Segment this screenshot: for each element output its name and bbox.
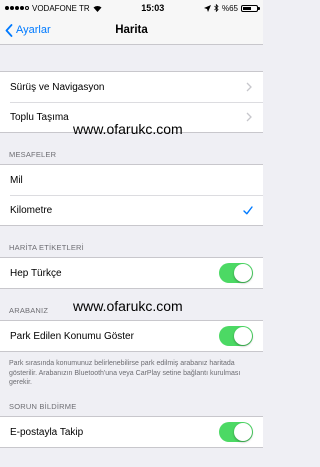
battery-percent: %65 [221,3,238,13]
section-header-problem-reporting: SORUN BİLDİRME [9,402,77,411]
toggle-knob [234,327,252,345]
section-header-map-labels: HARİTA ETİKETLERİ [9,243,84,252]
section-footer-note: Park sırasında konumunuz belirlenebilirs… [9,360,241,386]
always-turkish-toggle[interactable] [219,263,253,283]
section-header-distances: MESAFELER [9,150,57,159]
option-kilometers[interactable]: Kilometre [0,195,263,225]
back-button-label: Ayarlar [16,24,51,36]
chevron-left-icon [5,23,13,37]
show-parked-location-toggle[interactable] [219,326,253,346]
option-miles[interactable]: Mil [0,165,263,195]
signal-strength-icon [5,6,29,10]
option-label: Mil [10,174,23,186]
watermark-text: www.ofarukc.com [73,298,183,314]
status-bar: VODAFONE TR 15:03 %65 [0,0,263,16]
checkmark-icon [243,205,253,214]
location-arrow-icon [203,4,211,12]
list-item-driving-navigation[interactable]: Sürüş ve Navigasyon [0,72,263,102]
problem-reporting-group: E-postayla Takip [0,416,263,448]
back-button[interactable]: Ayarlar [5,16,51,44]
setting-email-follow-up: E-postayla Takip [0,417,263,447]
email-follow-up-toggle[interactable] [219,422,253,442]
distances-group: Mil Kilometre [0,164,263,226]
chevron-right-icon [246,112,252,122]
status-time: 15:03 [141,3,165,13]
wifi-icon [93,5,102,12]
setting-show-parked-location: Park Edilen Konumu Göster [0,321,263,351]
watermark-text: www.ofarukc.com [73,121,183,137]
list-item-label: Toplu Taşıma [10,111,69,123]
chevron-right-icon [246,82,252,92]
car-group: Park Edilen Konumu Göster [0,320,263,352]
setting-label: Park Edilen Konumu Göster [10,330,134,342]
navigation-bar: Ayarlar Harita [0,16,263,45]
toggle-knob [234,264,252,282]
list-item-label: Sürüş ve Navigasyon [10,81,105,93]
carrier-name: VODAFONE TR [32,3,90,13]
map-labels-group: Hep Türkçe [0,257,263,289]
status-right: %65 [203,3,260,13]
setting-label: Hep Türkçe [10,267,62,279]
bluetooth-icon [214,4,219,12]
setting-always-turkish: Hep Türkçe [0,258,263,288]
setting-label: E-postayla Takip [10,426,84,438]
toggle-knob [234,423,252,441]
option-label: Kilometre [10,204,53,216]
battery-icon [241,4,260,12]
page-title: Harita [115,24,148,36]
battery-level [243,6,252,10]
status-left: VODAFONE TR [5,4,102,13]
